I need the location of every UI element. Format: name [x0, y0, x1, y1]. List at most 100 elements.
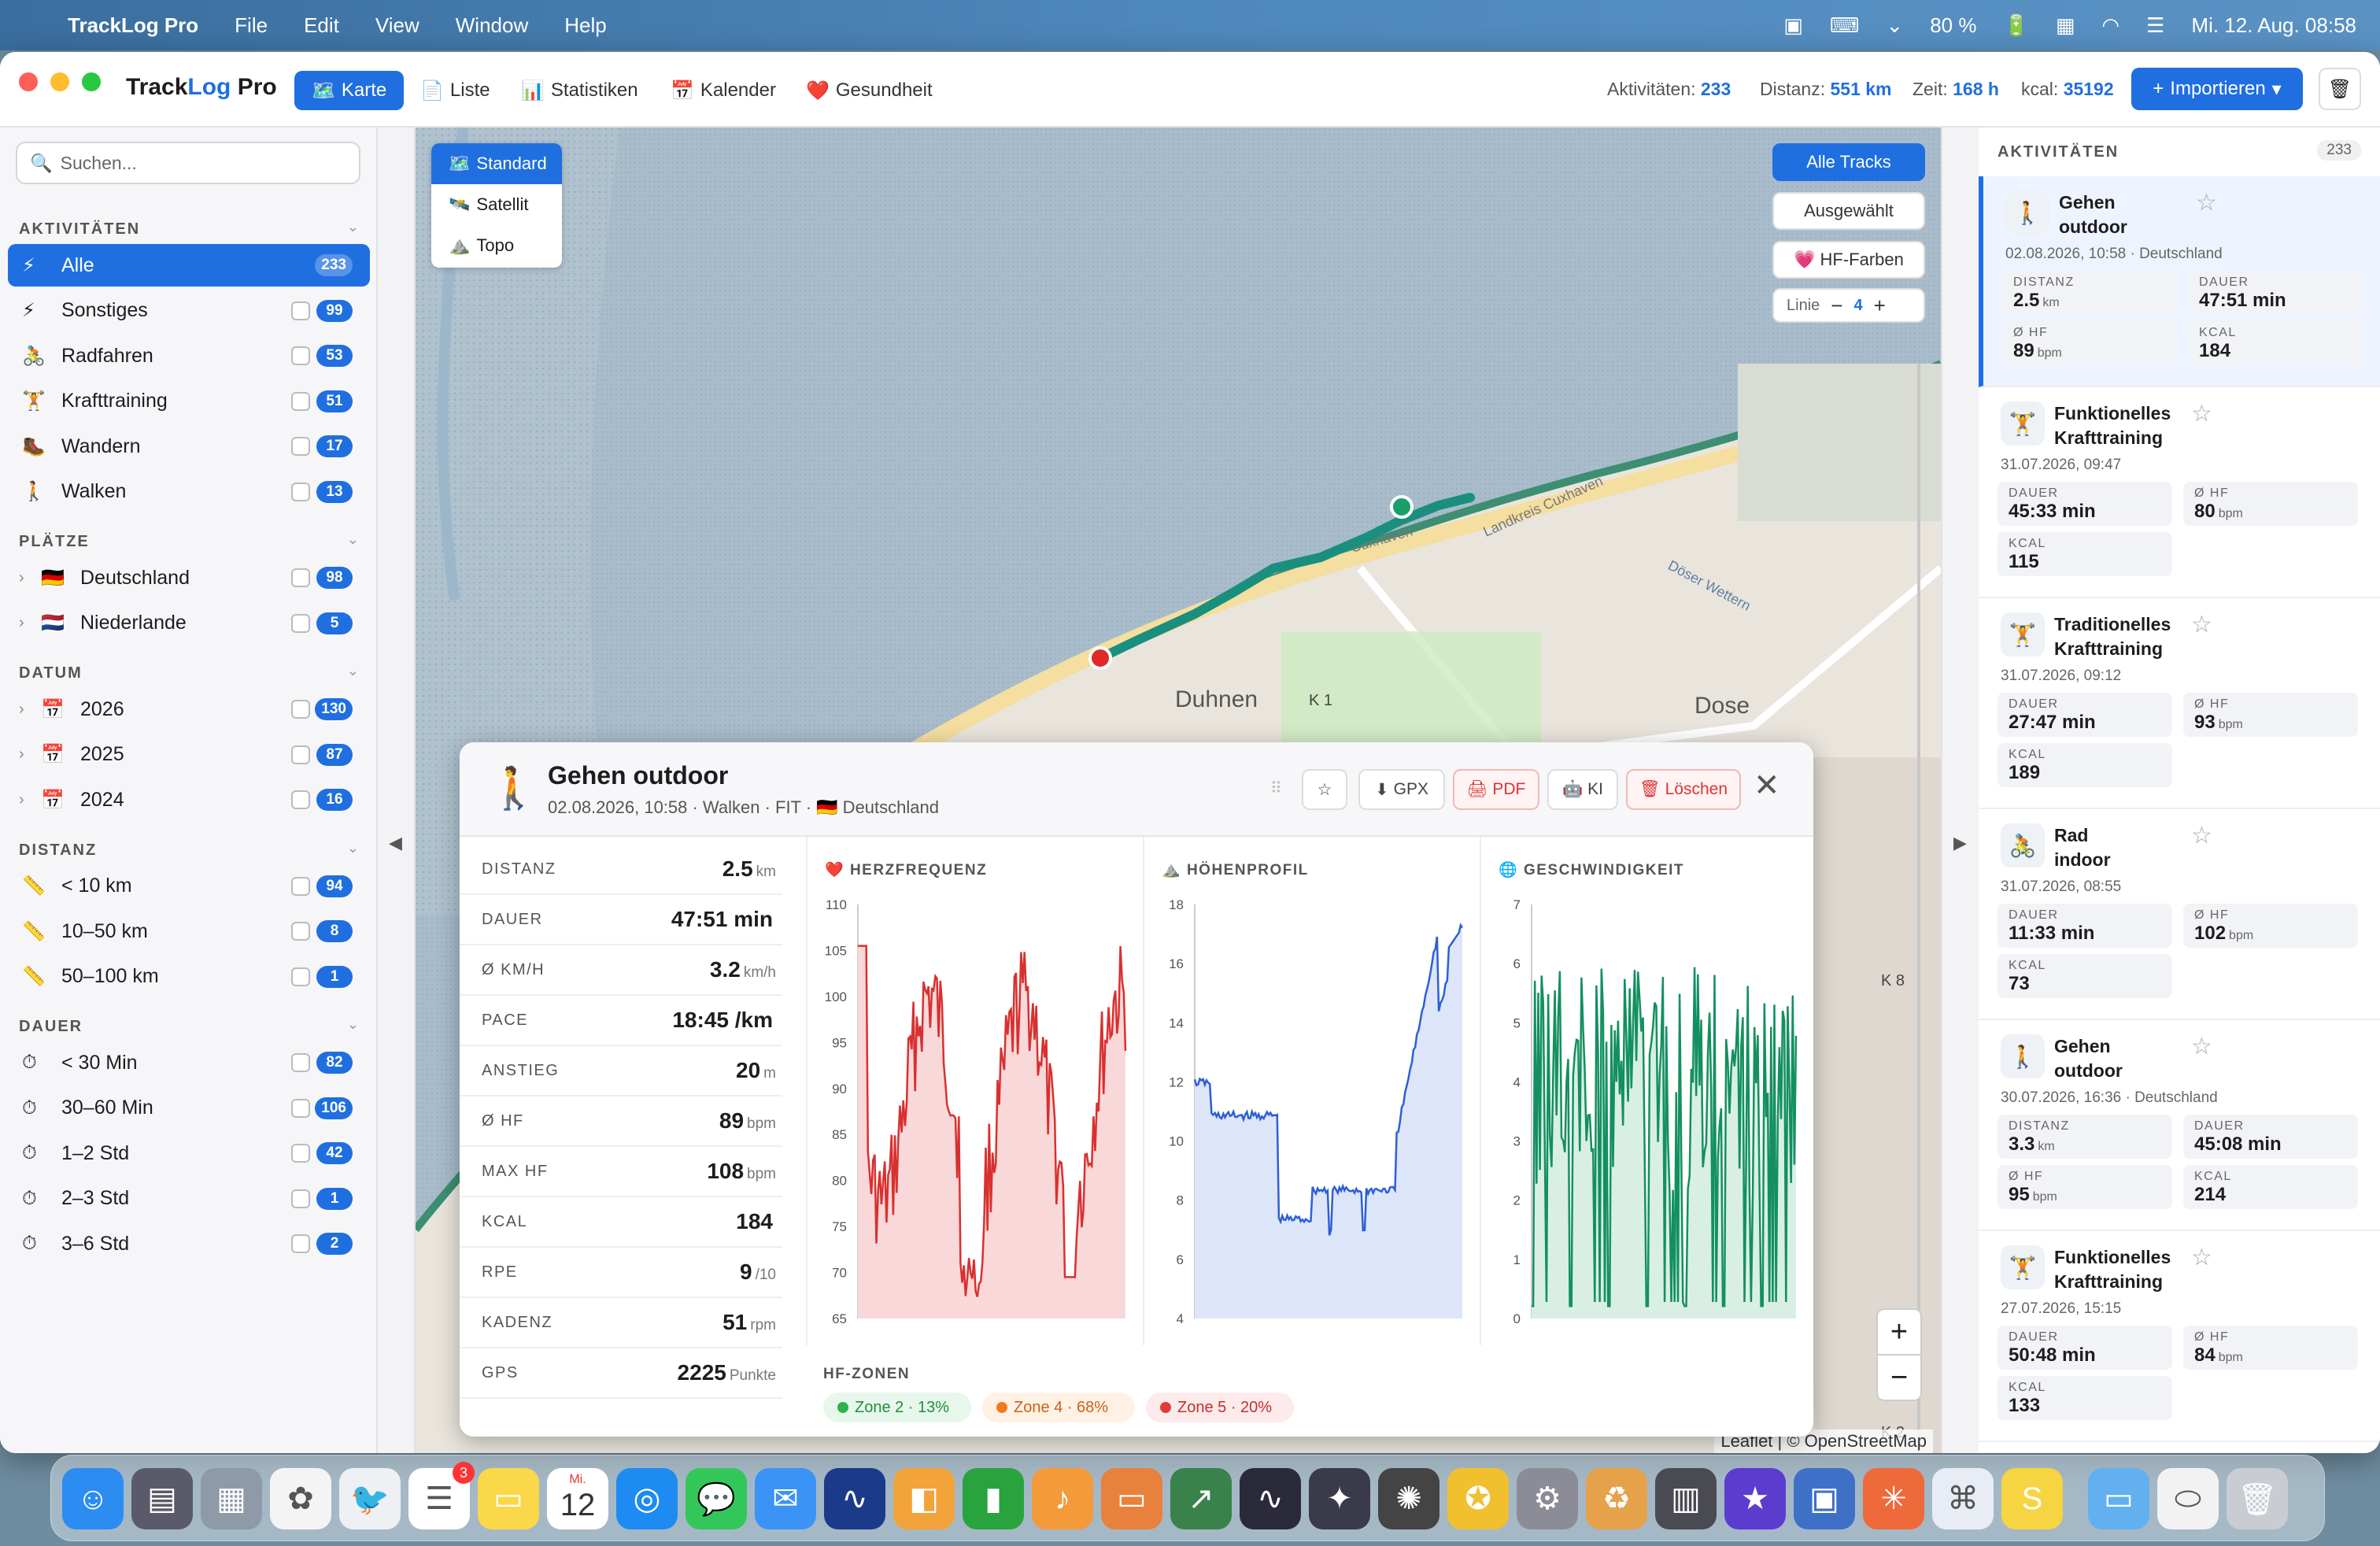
system-settings-icon[interactable]: ⚙: [1517, 1468, 1578, 1529]
filter-row[interactable]: › 📅 2024 16: [8, 779, 370, 821]
music-app-icon[interactable]: ♪: [1032, 1468, 1093, 1529]
filter-row[interactable]: ⏱ 30–60 Min 106: [8, 1087, 370, 1130]
filter-row[interactable]: ⏱ 1–2 Std 42: [8, 1132, 370, 1174]
layer-topo[interactable]: ⛰️ Topo: [431, 225, 562, 266]
selected-tracks-button[interactable]: Ausgewählt: [1772, 192, 1925, 230]
xcode-icon[interactable]: ⌘: [1932, 1468, 1994, 1529]
menu-help[interactable]: Help: [564, 13, 606, 38]
filter-row[interactable]: ⏱ < 30 Min 82: [8, 1041, 370, 1084]
messages-icon[interactable]: 💬: [686, 1468, 747, 1529]
close-detail-button[interactable]: ✕: [1754, 767, 1780, 804]
filter-row[interactable]: 📏 < 10 km 94: [8, 865, 370, 908]
import-button[interactable]: + Importieren ▾: [2131, 68, 2303, 110]
calendar-menu-icon[interactable]: ▦: [2056, 13, 2075, 38]
track-start-marker[interactable]: [1390, 495, 1414, 519]
safari-icon[interactable]: ◎: [616, 1468, 678, 1529]
filter-checkbox[interactable]: [291, 391, 310, 411]
folder-app-icon[interactable]: ▭: [1101, 1468, 1162, 1529]
clock[interactable]: Mi. 12. Aug. 08:58: [2191, 13, 2356, 38]
activity-card[interactable]: 🚴 Rad indoor ☆ 31.07.2026, 08:55 DAUER 11…: [1979, 809, 2380, 1020]
activity-card[interactable]: 🏋️ Funktionelles Krafttraining ☆ 27.07.20…: [1979, 1231, 2380, 1442]
tab-karte[interactable]: 🗺️ Karte: [294, 71, 405, 110]
maps-compass-icon[interactable]: ✪: [1447, 1468, 1509, 1529]
control-center-icon[interactable]: ☰: [2146, 13, 2164, 38]
calendar-icon[interactable]: Mi. 12: [547, 1468, 608, 1529]
battery-icon[interactable]: 🔋: [2003, 13, 2028, 38]
shortcut-app-icon[interactable]: S: [2001, 1468, 2063, 1529]
imovie-icon[interactable]: ★: [1724, 1468, 1786, 1529]
menu-window[interactable]: Window: [456, 13, 528, 38]
finder-icon[interactable]: ☺: [62, 1468, 124, 1529]
screens-icon[interactable]: ▣: [1783, 13, 1803, 38]
notes-icon[interactable]: ▭: [478, 1468, 539, 1529]
filter-checkbox[interactable]: [291, 1098, 310, 1118]
ai-analysis-button[interactable]: 🤖 KI: [1547, 769, 1618, 810]
export-pdf-button[interactable]: 🖨 PDF: [1453, 769, 1539, 810]
chevron-right-icon[interactable]: ›: [19, 701, 35, 719]
chevron-down-icon[interactable]: ⌄: [347, 840, 359, 856]
chevron-right-icon[interactable]: ›: [19, 791, 35, 809]
wifi-icon[interactable]: ◠: [2101, 13, 2119, 38]
filter-checkbox[interactable]: [291, 568, 310, 587]
disk-icon[interactable]: ⬭: [2157, 1468, 2219, 1529]
filter-row[interactable]: 🚴 Radfahren 53: [8, 335, 370, 377]
filter-checkbox[interactable]: [291, 876, 310, 896]
hr-colors-button[interactable]: 💗 HF-Farben: [1772, 241, 1925, 279]
zoom-out-button[interactable]: −: [1878, 1356, 1920, 1400]
chart-plot[interactable]: 110 105 100 95 90 85 80 75 70 65: [808, 837, 1144, 1345]
photos-icon[interactable]: ✿: [270, 1468, 331, 1529]
tab-gesundheit[interactable]: ❤️ Gesundheit: [789, 71, 950, 110]
filter-row[interactable]: 🏋️ Krafttraining 51: [8, 380, 370, 423]
filter-row[interactable]: › 📅 2026 130: [8, 688, 370, 730]
star-icon[interactable]: ☆: [2191, 1244, 2212, 1271]
chevron-down-icon[interactable]: ⌄: [1886, 13, 1903, 38]
launchpad-icon[interactable]: ▦: [201, 1468, 262, 1529]
chart-app-icon[interactable]: ↗: [1170, 1468, 1232, 1529]
chevron-down-icon[interactable]: ⌄: [347, 1016, 359, 1033]
chevron-right-icon[interactable]: ›: [19, 745, 35, 764]
menu-file[interactable]: File: [235, 13, 268, 38]
filter-row[interactable]: ⚡ Alle 233: [8, 244, 370, 287]
compass-app-icon[interactable]: ✦: [1309, 1468, 1370, 1529]
chart-plot[interactable]: 18 16 14 12 10 8 6 4: [1144, 837, 1481, 1345]
trash-button[interactable]: 🗑: [2319, 68, 2361, 110]
filter-checkbox[interactable]: [291, 437, 310, 456]
chatgpt-icon[interactable]: ✺: [1378, 1468, 1439, 1529]
filter-row[interactable]: ⚡ Sonstiges 99: [8, 290, 370, 332]
activity-card[interactable]: 🚶 Gehen outdoor ☆ 30.07.2026, 16:36 · Deu…: [1979, 1020, 2380, 1231]
filter-checkbox[interactable]: [291, 967, 310, 986]
line-width-increase[interactable]: +: [1874, 294, 1886, 318]
favorite-button[interactable]: ☆: [1302, 769, 1347, 810]
disk-utility-icon[interactable]: ▥: [1655, 1468, 1717, 1529]
claude-icon[interactable]: ✳: [1863, 1468, 1924, 1529]
filter-checkbox[interactable]: [291, 301, 310, 320]
filter-row[interactable]: ⏱ 2–3 Std 1: [8, 1178, 370, 1220]
star-icon[interactable]: ☆: [2191, 400, 2212, 427]
delete-activity-button[interactable]: 🗑 Löschen: [1626, 769, 1741, 810]
close-window-button[interactable]: [19, 72, 38, 91]
export-gpx-button[interactable]: ⬇ GPX: [1358, 769, 1445, 810]
collapse-sidebar-strip[interactable]: ◀: [378, 128, 416, 1453]
layer-satellit[interactable]: 🛰️ Satellit: [431, 184, 562, 225]
collapse-activity-panel-strip[interactable]: ▶: [1941, 128, 1979, 1453]
filter-row[interactable]: 🥾 Wandern 17: [8, 425, 370, 468]
stacks-app-icon[interactable]: ◧: [893, 1468, 955, 1529]
track-end-marker[interactable]: [1088, 646, 1112, 670]
filter-checkbox[interactable]: [291, 745, 310, 764]
tab-statistiken[interactable]: 📊 Statistiken: [504, 71, 656, 110]
numbers-icon[interactable]: ▮: [963, 1468, 1024, 1529]
search-field[interactable]: 🔍 Suchen...: [16, 142, 360, 184]
activity-card[interactable]: 🚶 Gehen outdoor ☆ 02.08.2026, 10:58 · Deu…: [1979, 176, 2380, 387]
filter-row[interactable]: 🚶 Walken 13: [8, 471, 370, 513]
layer-standard[interactable]: 🗺️ Standard: [431, 143, 562, 184]
preview-icon[interactable]: ▣: [1794, 1468, 1855, 1529]
activity-card[interactable]: 🚴 Radindoor ☆: [1979, 1442, 2380, 1453]
backup-app-icon[interactable]: ▤: [131, 1468, 193, 1529]
zoom-window-button[interactable]: [82, 72, 101, 91]
activity-card[interactable]: 🏋️ Funktionelles Krafttraining ☆ 31.07.20…: [1979, 387, 2380, 598]
battery-percent[interactable]: 80 %: [1930, 13, 1976, 38]
filter-row[interactable]: 📏 10–50 km 8: [8, 910, 370, 952]
filter-checkbox[interactable]: [291, 1234, 310, 1253]
filter-row[interactable]: 📏 50–100 km 1: [8, 956, 370, 998]
chevron-right-icon[interactable]: ›: [19, 569, 35, 587]
